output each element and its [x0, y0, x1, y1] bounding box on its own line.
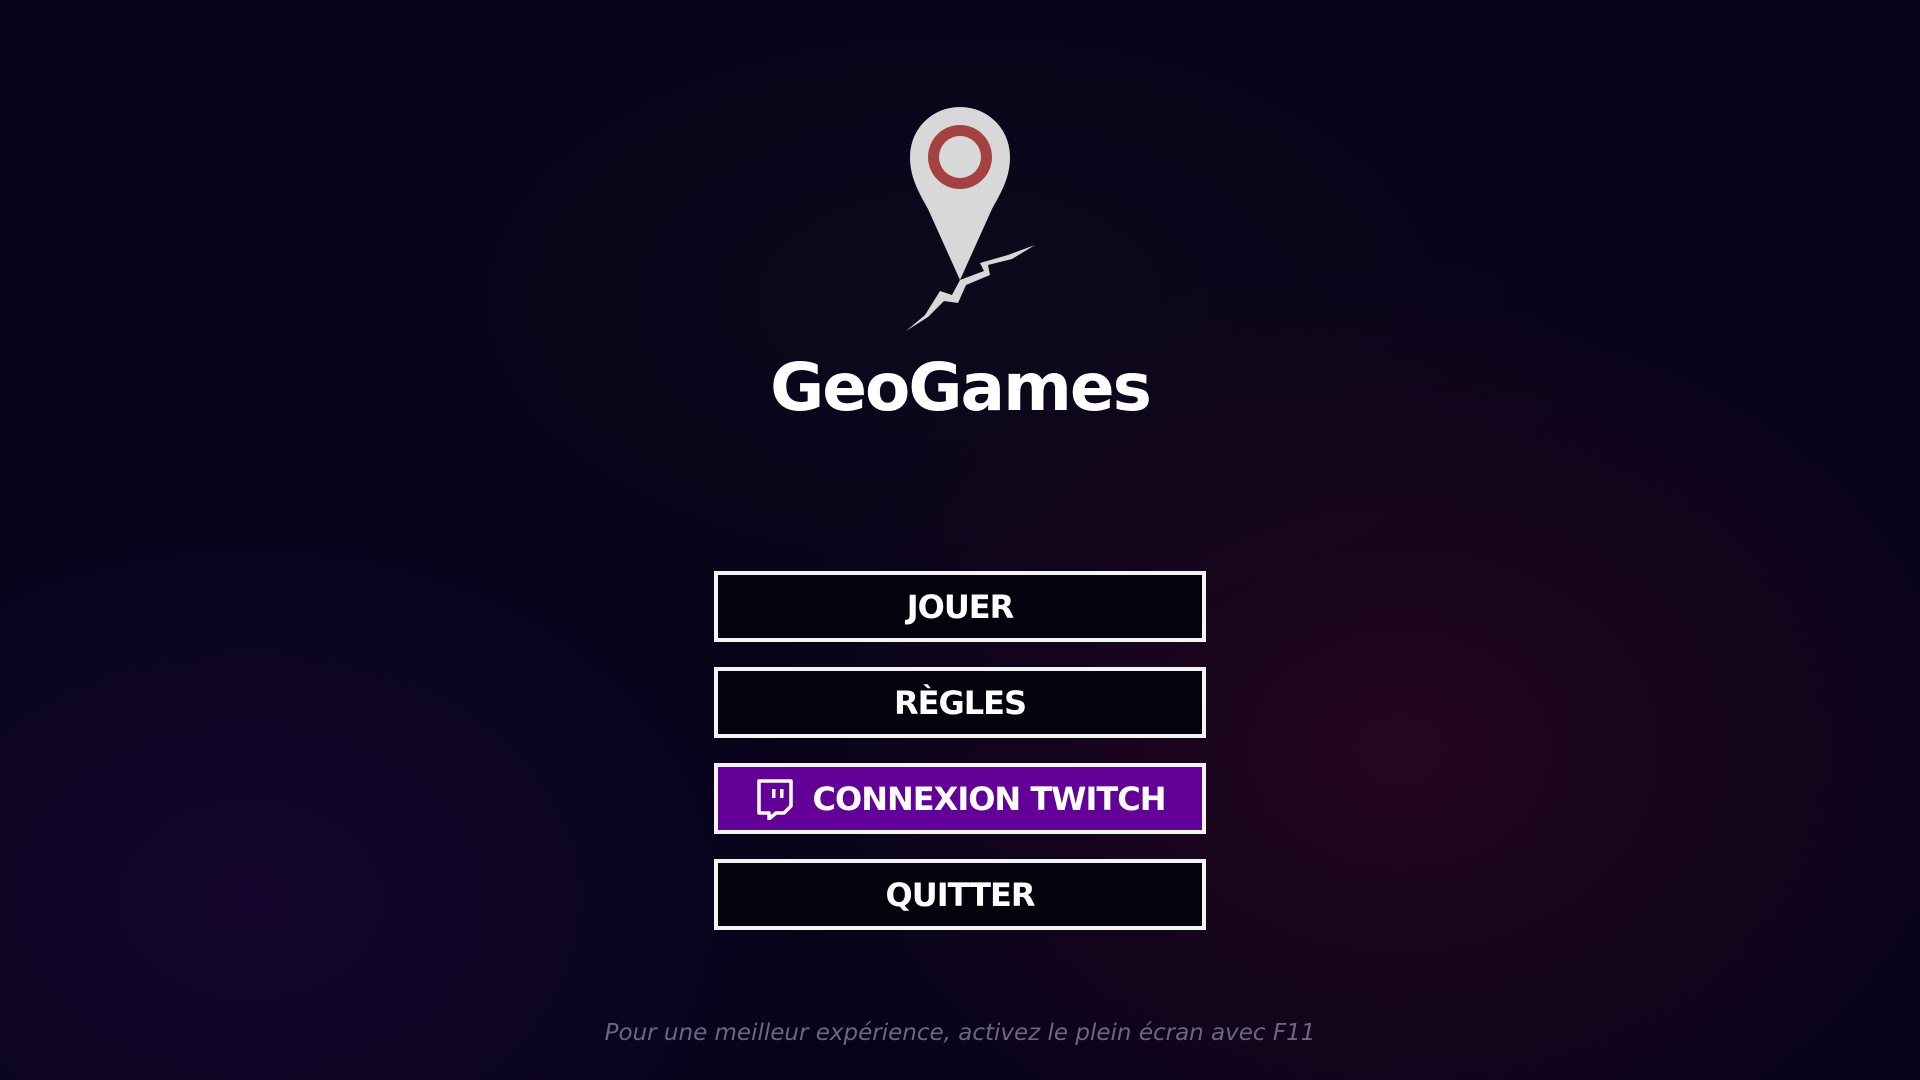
rules-button-label: RÈGLES: [893, 683, 1027, 722]
twitch-icon: [755, 778, 795, 821]
game-title: GeoGames: [770, 349, 1152, 426]
twitch-login-button[interactable]: CONNEXION TWITCH: [714, 763, 1206, 834]
map-pin-icon: [880, 105, 1060, 335]
twitch-login-label: CONNEXION TWITCH: [812, 779, 1167, 818]
play-button-label: JOUER: [906, 587, 1015, 626]
play-button[interactable]: JOUER: [714, 571, 1206, 642]
fullscreen-hint: Pour une meilleur expérience, activez le…: [604, 1020, 1316, 1046]
rules-button[interactable]: RÈGLES: [714, 667, 1206, 738]
quit-button[interactable]: QUITTER: [714, 859, 1206, 930]
quit-button-label: QUITTER: [885, 875, 1036, 914]
main-menu: JOUER RÈGLES CONNEXION TWITCH QUITTER: [714, 571, 1206, 955]
